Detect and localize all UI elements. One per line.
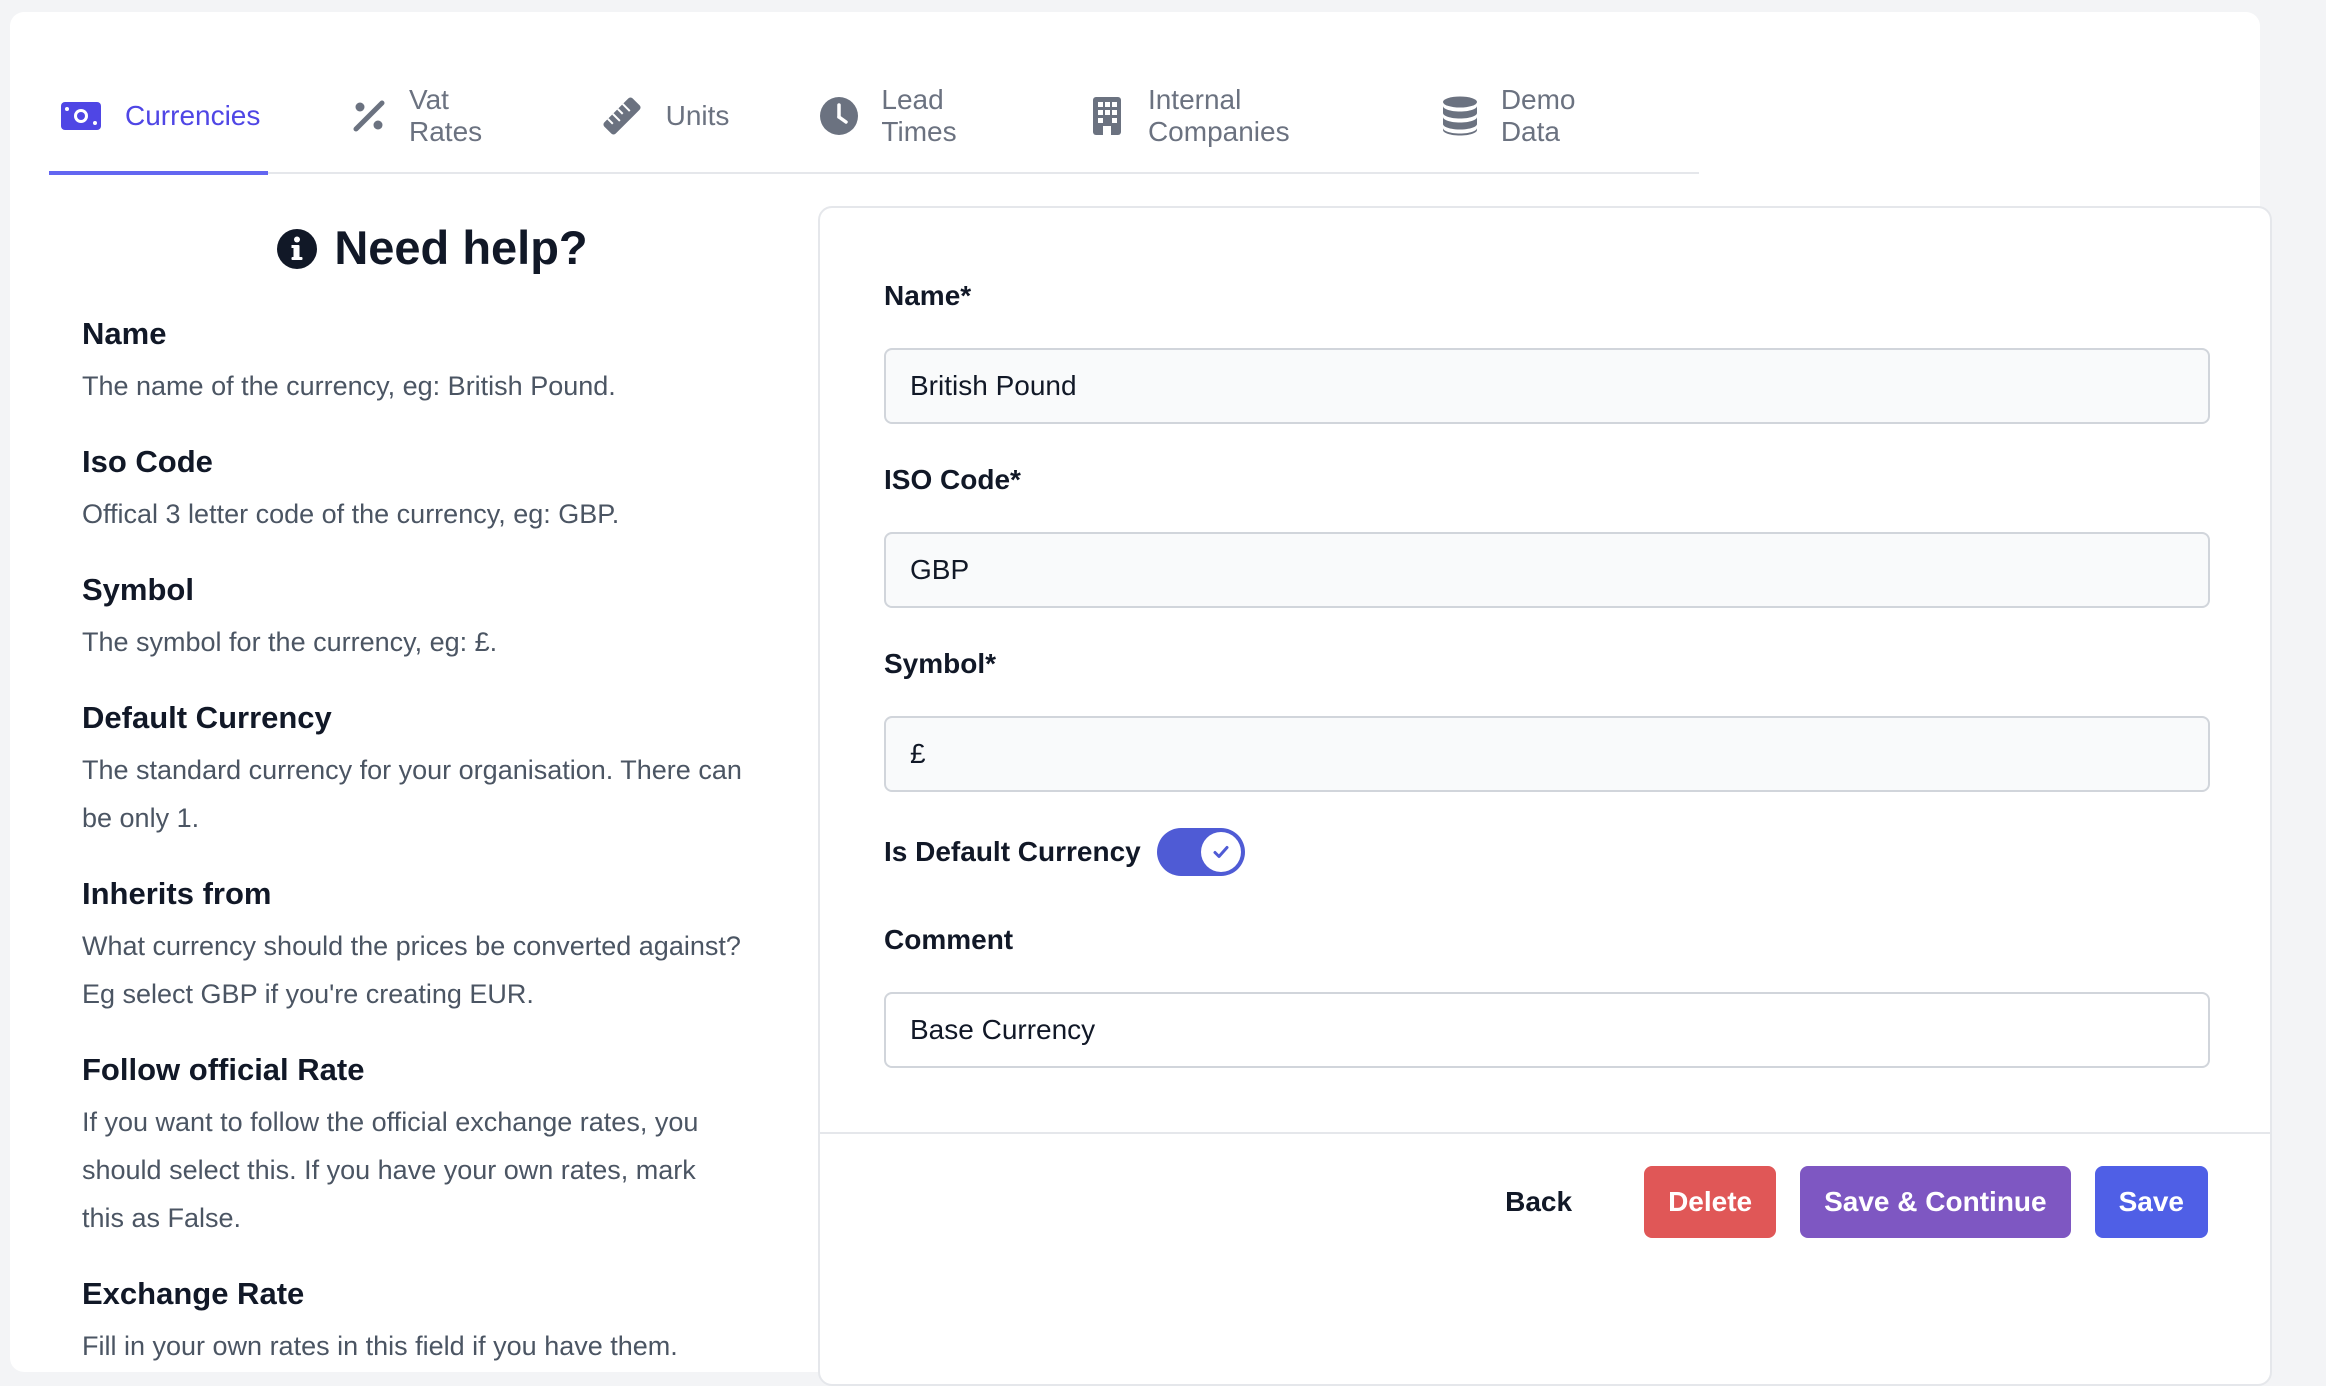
help-heading-symbol: Symbol (82, 572, 194, 607)
help-heading-default-currency: Default Currency (82, 700, 332, 735)
default-currency-row: Is Default Currency (884, 828, 1245, 876)
building-icon (1089, 94, 1126, 138)
comment-label: Comment (884, 924, 1014, 955)
delete-button[interactable]: Delete (1644, 1166, 1777, 1238)
help-heading-iso-code: Iso Code (82, 444, 213, 479)
help-text-exchange-rate: Fill in your own rates in this field if … (82, 1331, 678, 1361)
help-text-name: The name of the currency, eg: British Po… (82, 371, 616, 401)
symbol-label: Symbol* (884, 648, 997, 679)
ruler-icon (600, 94, 644, 138)
tab-label: Lead Times (881, 84, 957, 147)
help-text-iso-code: Offical 3 letter code of the currency, e… (82, 499, 620, 529)
name-input[interactable] (884, 348, 2210, 424)
info-circle-icon (276, 226, 318, 269)
help-text-default-currency: The standard currency for your organisat… (82, 755, 742, 833)
percent-icon (350, 94, 387, 138)
help-heading-follow-official-rate: Follow official Rate (82, 1052, 365, 1087)
name-label: Name* (884, 280, 972, 311)
comment-input[interactable] (884, 992, 2210, 1068)
form-divider (820, 1132, 2270, 1134)
currency-form: Name* ISO Code* Symbol* Is Default Curre… (818, 206, 2272, 1386)
tab-units[interactable]: Units (590, 60, 730, 172)
check-icon (1200, 832, 1241, 872)
help-title: Need help? (122, 212, 742, 282)
help-title-text: Need help? (334, 220, 588, 274)
help-text-inherits-from: What currency should the prices be conve… (82, 931, 741, 1009)
help-text-follow-official-rate: If you want to follow the official excha… (82, 1107, 699, 1233)
tab-lead-times[interactable]: Lead Times (809, 60, 999, 172)
tab-label: Units (665, 100, 730, 131)
symbol-input[interactable] (884, 716, 2210, 792)
iso-code-label: ISO Code* (884, 464, 1021, 495)
tab-internal-companies[interactable]: Internal Companies (1079, 60, 1352, 172)
money-bill-icon (59, 94, 103, 138)
default-currency-toggle[interactable] (1156, 828, 1245, 876)
help-heading-exchange-rate: Exchange Rate (82, 1276, 305, 1311)
help-heading-inherits-from: Inherits from (82, 876, 272, 911)
database-icon (1442, 94, 1479, 138)
tab-label: Demo Data (1500, 84, 1576, 147)
form-actions: Back Delete Save & Continue Save (1481, 1166, 2208, 1238)
help-text-symbol: The symbol for the currency, eg: £. (82, 627, 498, 657)
help-heading-name: Name (82, 316, 167, 351)
tab-vat-rates[interactable]: Vat Rates (340, 60, 509, 172)
clock-icon (819, 94, 859, 138)
tab-demo-data[interactable]: Demo Data (1432, 60, 1619, 172)
help-panel: Need help? Name The name of the currency… (82, 212, 742, 1370)
default-currency-label: Is Default Currency (884, 836, 1141, 867)
tab-label: Internal Companies (1147, 84, 1290, 147)
save-button[interactable]: Save (2094, 1166, 2208, 1238)
tab-label: Vat Rates (409, 84, 483, 147)
tab-currencies[interactable]: Currencies (49, 60, 269, 175)
settings-card: Currencies Vat Rates Units Lead Times In… (10, 12, 2272, 1386)
iso-code-input[interactable] (884, 532, 2210, 608)
back-button[interactable]: Back (1481, 1166, 1596, 1238)
tab-label: Currencies (125, 100, 261, 131)
settings-tabs: Currencies Vat Rates Units Lead Times In… (49, 60, 1699, 175)
save-and-continue-button[interactable]: Save & Continue (1800, 1166, 2071, 1238)
